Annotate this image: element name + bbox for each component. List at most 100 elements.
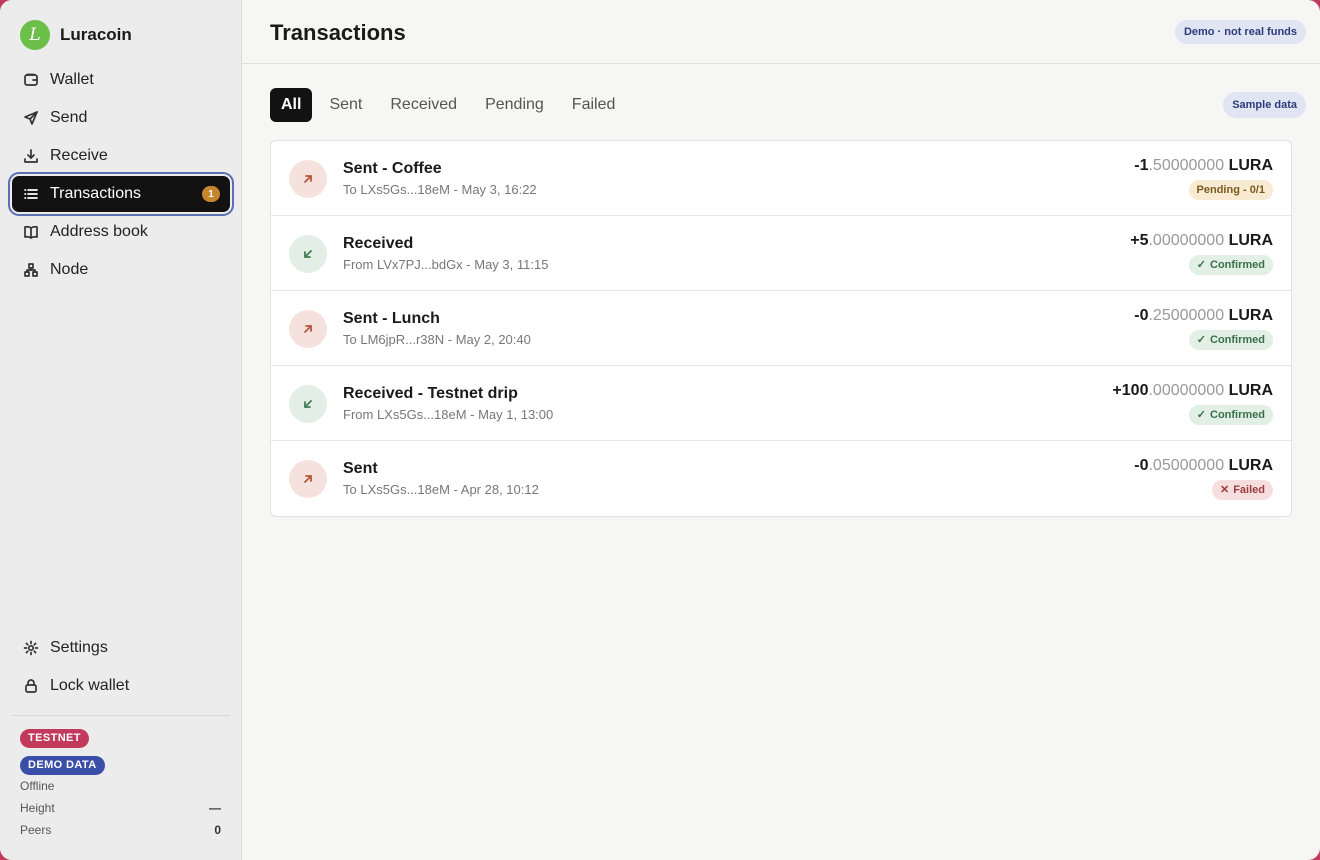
- amount-fraction: .50000000: [1148, 157, 1225, 174]
- status-badge: ✕ Failed: [1211, 480, 1273, 500]
- sidebar-item-label: Lock wallet: [50, 677, 130, 694]
- arrow-down-left-icon: [289, 385, 327, 423]
- transaction-amount: +100.00000000 LURA: [1112, 382, 1273, 400]
- height-label: Height: [20, 801, 55, 815]
- transaction-subtitle: To LXs5Gs...18eM - May 3, 16:22: [343, 182, 537, 197]
- arrow-up-right-icon: [289, 460, 327, 498]
- testnet-pill: TESTNET: [20, 729, 89, 748]
- sidebar-item-label: Send: [50, 109, 88, 126]
- arrow-up-right-icon: [289, 310, 327, 348]
- demo-data-pill: DEMO DATA: [20, 756, 105, 775]
- transaction-row[interactable]: Received - Testnet drip From LXs5Gs...18…: [271, 366, 1291, 441]
- transaction-subtitle: From LVx7PJ...bdGx - May 3, 11:15: [343, 257, 549, 272]
- transaction-row[interactable]: Received From LVx7PJ...bdGx - May 3, 11:…: [271, 216, 1291, 291]
- amount-unit: LURA: [1228, 382, 1273, 399]
- transactions-count-badge: 1: [202, 186, 220, 202]
- peers-row: Peers 0: [20, 819, 221, 841]
- tab-failed[interactable]: Failed: [561, 88, 627, 122]
- amount-unit: LURA: [1228, 307, 1273, 324]
- transaction-row[interactable]: Sent - Lunch To LM6jpR...r38N - May 2, 2…: [271, 291, 1291, 366]
- close-icon: ✕: [1219, 484, 1230, 496]
- amount-integer: +100: [1112, 382, 1149, 399]
- peers-value: 0: [214, 823, 221, 837]
- check-icon: ✓: [1196, 259, 1206, 271]
- sidebar-item-label: Address book: [50, 223, 148, 240]
- tab-all[interactable]: All: [270, 88, 313, 122]
- main-content: Transactions Demo · not real funds All S…: [242, 0, 1320, 860]
- amount-fraction: .05000000: [1148, 457, 1225, 474]
- arrow-up-right-icon: [289, 160, 327, 198]
- sidebar-item-lock-wallet[interactable]: Lock wallet: [12, 668, 230, 704]
- transaction-title: Sent - Coffee: [343, 160, 442, 177]
- sidebar-item-receive[interactable]: Receive: [12, 138, 230, 174]
- book-icon: [22, 223, 40, 241]
- transaction-amount: +5.00000000 LURA: [1130, 232, 1273, 250]
- app-window: L Luracoin Wallet Send Receive Transacti…: [0, 0, 1320, 860]
- brand: L Luracoin: [20, 20, 132, 50]
- tab-sent[interactable]: Sent: [318, 88, 373, 122]
- amount-integer: -0: [1134, 457, 1149, 474]
- tab-received[interactable]: Received: [379, 88, 468, 122]
- status-badge: ✓ Confirmed: [1188, 405, 1273, 425]
- sidebar-item-label: Receive: [50, 147, 108, 164]
- gear-icon: [22, 639, 40, 657]
- lock-icon: [22, 677, 40, 695]
- amount-integer: -0: [1134, 307, 1149, 324]
- status-label: Confirmed: [1210, 409, 1265, 421]
- transaction-amount: -0.25000000 LURA: [1134, 307, 1273, 325]
- check-icon: ✓: [1196, 409, 1206, 421]
- list-icon: [22, 185, 40, 203]
- sidebar-item-label: Transactions: [50, 185, 141, 202]
- transaction-list: Sent - Coffee To LXs5Gs...18eM - May 3, …: [270, 140, 1292, 517]
- status-badge: ✓ Confirmed: [1188, 255, 1273, 275]
- sidebar-item-label: Settings: [50, 639, 108, 656]
- transaction-title: Received: [343, 235, 414, 252]
- sidebar-item-send[interactable]: Send: [12, 100, 230, 136]
- page-title: Transactions: [270, 20, 406, 45]
- transaction-row[interactable]: Sent To LXs5Gs...18eM - Apr 28, 10:12 -0…: [271, 441, 1291, 516]
- tab-pending[interactable]: Pending: [474, 88, 555, 122]
- amount-fraction: .00000000: [1148, 382, 1225, 399]
- amount-integer: +5: [1130, 232, 1149, 249]
- bottom-nav: Settings Lock wallet: [12, 630, 230, 706]
- sidebar-item-node[interactable]: Node: [12, 252, 230, 288]
- status-label: Confirmed: [1210, 334, 1265, 346]
- status-label: Failed: [1233, 484, 1265, 496]
- transaction-title: Sent - Lunch: [343, 310, 440, 327]
- sidebar-item-settings[interactable]: Settings: [12, 630, 230, 666]
- sample-data-badge: Sample data: [1223, 92, 1306, 118]
- filter-tabs: All Sent Received Pending Failed: [270, 88, 632, 122]
- brand-name: Luracoin: [60, 25, 132, 44]
- luracoin-logo: L: [20, 20, 50, 50]
- transaction-title: Received - Testnet drip: [343, 385, 518, 402]
- arrow-down-left-icon: [289, 235, 327, 273]
- status-label: Pending - 0/1: [1196, 184, 1265, 196]
- page-header: Transactions Demo · not real funds: [242, 0, 1320, 64]
- send-icon: [22, 109, 40, 127]
- sidebar-item-address-book[interactable]: Address book: [12, 214, 230, 250]
- transaction-title: Sent: [343, 460, 378, 477]
- amount-fraction: .00000000: [1148, 232, 1225, 249]
- amount-unit: LURA: [1228, 457, 1273, 474]
- height-row: Height —: [20, 797, 221, 819]
- transaction-subtitle: To LM6jpR...r38N - May 2, 20:40: [343, 332, 531, 347]
- sidebar-item-label: Wallet: [50, 71, 94, 88]
- amount-unit: LURA: [1228, 232, 1273, 249]
- height-value: —: [209, 801, 221, 815]
- transaction-subtitle: From LXs5Gs...18eM - May 1, 13:00: [343, 407, 554, 422]
- amount-fraction: .25000000: [1148, 307, 1225, 324]
- transaction-subtitle: To LXs5Gs...18eM - Apr 28, 10:12: [343, 482, 539, 497]
- amount-integer: -1: [1134, 157, 1149, 174]
- sidebar-item-transactions[interactable]: Transactions 1: [12, 176, 230, 212]
- transaction-row[interactable]: Sent - Coffee To LXs5Gs...18eM - May 3, …: [271, 141, 1291, 216]
- sidebar-divider: [12, 715, 230, 716]
- sidebar-item-label: Node: [50, 261, 89, 278]
- amount-unit: LURA: [1228, 157, 1273, 174]
- connection-status-text: Offline: [20, 779, 55, 793]
- check-icon: ✓: [1196, 334, 1206, 346]
- network-status: TESTNET DEMO DATA Offline Height — Peers…: [20, 728, 221, 841]
- wallet-icon: [22, 71, 40, 89]
- sidebar-item-wallet[interactable]: Wallet: [12, 62, 230, 98]
- status-label: Confirmed: [1210, 259, 1265, 271]
- transaction-amount: -0.05000000 LURA: [1134, 457, 1273, 475]
